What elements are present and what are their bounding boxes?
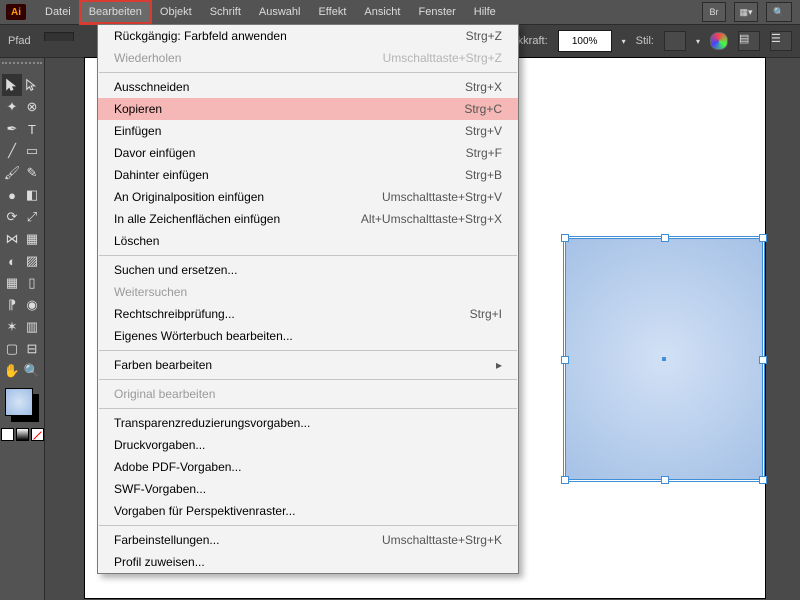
- tool-hand[interactable]: ✋: [2, 360, 22, 382]
- none-mode-icon[interactable]: [31, 428, 44, 441]
- tools-panel: ✦⊗ ✒T ╱▭ 🖌✎ ●◧ ⟳⤢ ⋈▦ ◐▨ ▦▯ ⁋◉ ✶▥ ▢⊟ ✋🔍: [0, 58, 45, 600]
- search-button[interactable]: 🔍: [766, 2, 792, 22]
- tool-paintbrush[interactable]: 🖌: [2, 162, 22, 184]
- tool-selection[interactable]: [2, 74, 22, 96]
- menu-objekt[interactable]: Objekt: [151, 0, 201, 24]
- selection-type-label: Pfad: [8, 35, 31, 47]
- tool-rotate[interactable]: ⟳: [2, 206, 22, 228]
- menuitem-assign-profile[interactable]: Profil zuweisen...: [98, 551, 518, 573]
- tool-pencil[interactable]: ✎: [22, 162, 42, 184]
- tool-mesh[interactable]: ▦: [2, 272, 22, 294]
- menubar: Ai Datei Bearbeiten Objekt Schrift Auswa…: [0, 0, 800, 24]
- menuitem-paste[interactable]: EinfügenStrg+V: [98, 120, 518, 142]
- menuitem-color-settings[interactable]: Farbeinstellungen...Umschalttaste+Strg+K: [98, 529, 518, 551]
- menuitem-cut[interactable]: AusschneidenStrg+X: [98, 76, 518, 98]
- tool-blend[interactable]: ◉: [22, 294, 42, 316]
- menuitem-redo: WiederholenUmschalttaste+Strg+Z: [98, 47, 518, 69]
- menuitem-paste-front[interactable]: Davor einfügenStrg+F: [98, 142, 518, 164]
- tool-shape-builder[interactable]: ◐: [2, 250, 22, 272]
- menuitem-edit-original: Original bearbeiten: [98, 383, 518, 405]
- tool-line[interactable]: ╱: [2, 140, 22, 162]
- menuitem-print-presets[interactable]: Druckvorgaben...: [98, 434, 518, 456]
- menuitem-paste-original[interactable]: An Originalposition einfügenUmschalttast…: [98, 186, 518, 208]
- menuitem-spellcheck[interactable]: Rechtschreibprüfung...Strg+I: [98, 303, 518, 325]
- bridge-button[interactable]: Br: [702, 2, 726, 22]
- recolor-icon[interactable]: [710, 32, 728, 50]
- selected-rectangle-object[interactable]: [565, 238, 763, 480]
- tool-gradient[interactable]: ▯: [22, 272, 42, 294]
- arrange-documents-button[interactable]: ▦▾: [734, 2, 758, 22]
- menu-separator: [99, 255, 517, 256]
- tool-graph[interactable]: ▥: [22, 316, 42, 338]
- menuitem-edit-colors[interactable]: Farben bearbeiten: [98, 354, 518, 376]
- style-label: Stil:: [636, 35, 654, 47]
- menuitem-custom-dictionary[interactable]: Eigenes Wörterbuch bearbeiten...: [98, 325, 518, 347]
- menuitem-paste-back[interactable]: Dahinter einfügenStrg+B: [98, 164, 518, 186]
- tool-width[interactable]: ⋈: [2, 228, 22, 250]
- menuitem-delete[interactable]: Löschen: [98, 230, 518, 252]
- tool-scale[interactable]: ⤢: [22, 206, 42, 228]
- color-mode-icon[interactable]: [1, 428, 14, 441]
- menu-schrift[interactable]: Schrift: [201, 0, 250, 24]
- tool-eraser[interactable]: ◧: [22, 184, 42, 206]
- edit-menu-dropdown: Rückgängig: Farbfeld anwendenStrg+Z Wied…: [97, 24, 519, 574]
- tool-eyedropper[interactable]: ⁋: [2, 294, 22, 316]
- menu-datei[interactable]: Datei: [36, 0, 80, 24]
- tool-free-transform[interactable]: ▦: [22, 228, 42, 250]
- tool-slice[interactable]: ⊟: [22, 338, 42, 360]
- app-logo: Ai: [6, 4, 26, 20]
- tool-magic-wand[interactable]: ✦: [2, 96, 22, 118]
- panel-grip-icon[interactable]: [2, 62, 42, 72]
- menu-separator: [99, 379, 517, 380]
- tool-rectangle[interactable]: ▭: [22, 140, 42, 162]
- gradient-mode-icon[interactable]: [16, 428, 29, 441]
- menuitem-swf-presets[interactable]: SWF-Vorgaben...: [98, 478, 518, 500]
- menu-separator: [99, 525, 517, 526]
- menu-fenster[interactable]: Fenster: [409, 0, 464, 24]
- tool-symbol-sprayer[interactable]: ✶: [2, 316, 22, 338]
- style-swatch[interactable]: [664, 31, 686, 51]
- menuitem-find-next: Weitersuchen: [98, 281, 518, 303]
- menu-effekt[interactable]: Effekt: [309, 0, 355, 24]
- tool-zoom[interactable]: 🔍: [22, 360, 42, 382]
- menuitem-copy[interactable]: KopierenStrg+C: [98, 98, 518, 120]
- transform-button[interactable]: ☰: [770, 31, 792, 51]
- align-button[interactable]: ▤: [738, 31, 760, 51]
- tool-perspective[interactable]: ▨: [22, 250, 42, 272]
- tool-artboard[interactable]: ▢: [2, 338, 22, 360]
- tool-blob-brush[interactable]: ●: [2, 184, 22, 206]
- tool-pen[interactable]: ✒: [2, 118, 22, 140]
- menuitem-find-replace[interactable]: Suchen und ersetzen...: [98, 259, 518, 281]
- menu-hilfe[interactable]: Hilfe: [465, 0, 505, 24]
- menuitem-perspective-presets[interactable]: Vorgaben für Perspektivenraster...: [98, 500, 518, 522]
- fill-stroke-swatch[interactable]: [5, 388, 39, 422]
- tool-direct-selection[interactable]: [22, 74, 42, 96]
- tool-lasso[interactable]: ⊗: [22, 96, 42, 118]
- menu-ansicht[interactable]: Ansicht: [355, 0, 409, 24]
- menu-bearbeiten[interactable]: Bearbeiten: [80, 0, 151, 24]
- menuitem-paste-all-artboards[interactable]: In alle Zeichenflächen einfügenAlt+Umsch…: [98, 208, 518, 230]
- document-tab[interactable]: [44, 32, 74, 41]
- menuitem-pdf-presets[interactable]: Adobe PDF-Vorgaben...: [98, 456, 518, 478]
- tool-type[interactable]: T: [22, 118, 42, 140]
- menu-separator: [99, 350, 517, 351]
- menu-auswahl[interactable]: Auswahl: [250, 0, 310, 24]
- menu-separator: [99, 408, 517, 409]
- menuitem-transparency-presets[interactable]: Transparenzreduzierungsvorgaben...: [98, 412, 518, 434]
- menu-separator: [99, 72, 517, 73]
- opacity-input[interactable]: [558, 30, 612, 52]
- menuitem-undo[interactable]: Rückgängig: Farbfeld anwendenStrg+Z: [98, 25, 518, 47]
